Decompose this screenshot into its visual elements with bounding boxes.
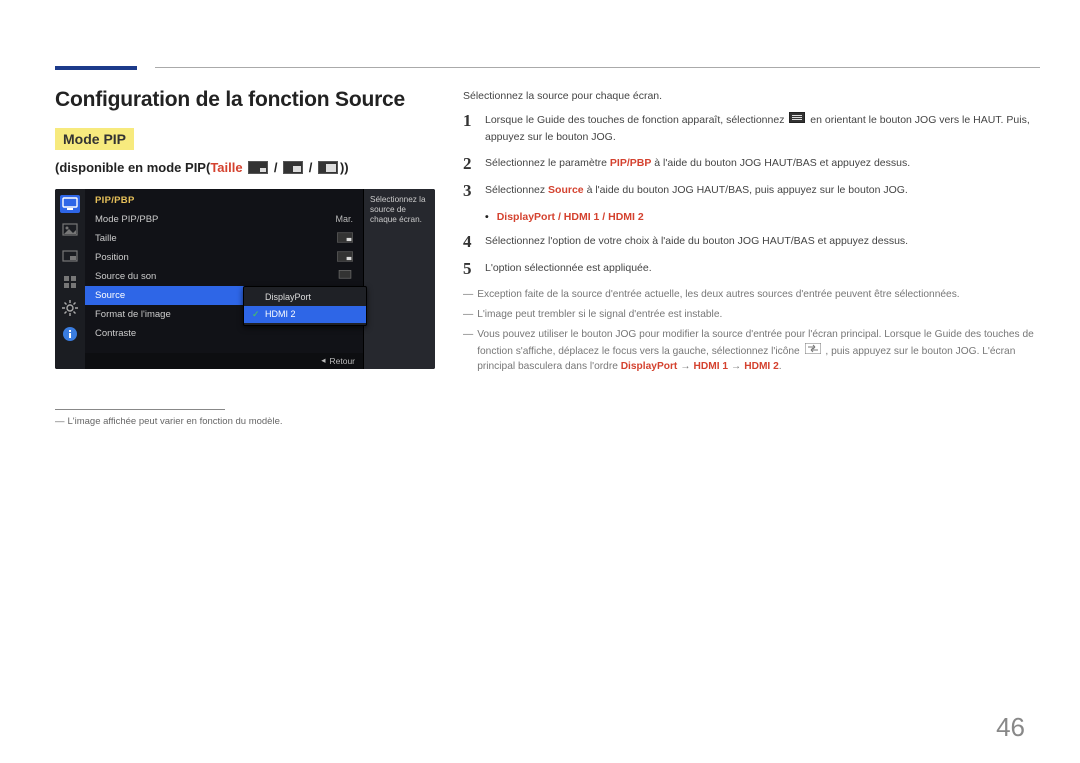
- step-2-text-c: à l'aide du bouton JOG HAUT/BAS et appuy…: [651, 157, 910, 169]
- pip-size-large-icon: [318, 161, 338, 177]
- note-3-dp: DisplayPort: [621, 361, 678, 372]
- top-accent-rule: [55, 40, 1040, 70]
- osd-tab-grid-icon[interactable]: [60, 273, 80, 291]
- osd-row-mode[interactable]: Mode PIP/PBPMar.: [85, 210, 363, 229]
- note-3-end: .: [779, 361, 782, 372]
- step-3-text-c: à l'aide du bouton JOG HAUT/BAS, puis ap…: [584, 184, 908, 196]
- check-icon: ✓: [252, 309, 261, 320]
- step-5-text: L'option sélectionnée est appliquée.: [485, 262, 652, 274]
- osd-help-panel: Sélectionnez la source de chaque écran.: [363, 189, 435, 369]
- osd-tab-info-icon[interactable]: [60, 325, 80, 343]
- note-dash-icon: ―: [463, 307, 473, 323]
- subhead: (disponible en mode PIP(Taille / / )): [55, 160, 435, 177]
- step-1-text-a: Lorsque le Guide des touches de fonction…: [485, 114, 787, 126]
- subhead-sep2: /: [309, 160, 316, 175]
- osd-tab-picture-icon[interactable]: [60, 221, 80, 239]
- pip-size-mid-icon: [283, 161, 303, 177]
- osd-tab-monitor-icon[interactable]: [60, 195, 80, 213]
- note-dash-icon: ―: [463, 327, 473, 376]
- osd-tab-gear-icon[interactable]: [60, 299, 80, 317]
- osd-tab-pip-icon[interactable]: [60, 247, 80, 265]
- note-3-h1: HDMI 1: [694, 361, 729, 372]
- page-number: 46: [996, 712, 1025, 743]
- footnote-dash-icon: ―: [55, 416, 65, 427]
- swap-source-icon: [805, 343, 821, 360]
- source-options-text: DisplayPort / HDMI 1 / HDMI 2: [497, 209, 644, 225]
- subhead-suffix: )): [340, 160, 349, 175]
- mode-pip-badge: Mode PIP: [55, 128, 134, 150]
- step-num-3: 3: [463, 182, 485, 199]
- back-triangle-icon: ◂: [321, 355, 325, 366]
- osd-sidebar: [55, 189, 85, 369]
- step-2-pippbp: PIP/PBP: [610, 157, 651, 169]
- step-4: 4 Sélectionnez l'option de votre choix à…: [463, 233, 1040, 250]
- step-num-2: 2: [463, 155, 485, 172]
- note-3: ― Vous pouvez utiliser le bouton JOG pou…: [463, 327, 1040, 376]
- subhead-taille: Taille: [210, 160, 242, 175]
- osd-row-contraste[interactable]: Contraste: [85, 324, 363, 343]
- note-dash-icon: ―: [463, 287, 473, 303]
- step-num-1: 1: [463, 112, 485, 145]
- intro-text: Sélectionnez la source pour chaque écran…: [463, 88, 1040, 104]
- note-1-text: Exception faite de la source d'entrée ac…: [477, 287, 959, 303]
- osd-row-taille[interactable]: Taille: [85, 229, 363, 248]
- osd-taille-icon: [337, 232, 353, 245]
- subhead-prefix: disponible en mode PIP(: [59, 160, 210, 175]
- osd-sourceduson-icon: [337, 270, 353, 283]
- footnote: ― L'image affichée peut varier en foncti…: [55, 416, 435, 427]
- step-3-text-a: Sélectionnez: [485, 184, 548, 196]
- osd-flyout-option-hdmi2[interactable]: ✓HDMI 2: [244, 306, 366, 323]
- subhead-sep1: /: [274, 160, 281, 175]
- pip-size-small-icon: [248, 161, 268, 177]
- source-options-bullet: • DisplayPort / HDMI 1 / HDMI 2: [485, 209, 1040, 225]
- step-5: 5 L'option sélectionnée est appliquée.: [463, 260, 1040, 277]
- note-3-h2: HDMI 2: [744, 361, 779, 372]
- note-1: ― Exception faite de la source d'entrée …: [463, 287, 1040, 303]
- note-2-text: L'image peut trembler si le signal d'ent…: [477, 307, 722, 323]
- step-1: 1 Lorsque le Guide des touches de foncti…: [463, 112, 1040, 145]
- arrow-icon: →: [680, 361, 690, 372]
- footnote-rule: [55, 409, 225, 410]
- page-title: Configuration de la fonction Source: [55, 88, 435, 112]
- step-num-5: 5: [463, 260, 485, 277]
- osd-source-flyout: DisplayPort ✓HDMI 2: [243, 286, 367, 326]
- step-3-source: Source: [548, 184, 584, 196]
- osd-screenshot: PIP/PBP Mode PIP/PBPMar. Taille Position…: [55, 189, 435, 369]
- osd-footer-label: Retour: [329, 356, 355, 366]
- step-2: 2 Sélectionnez le paramètre PIP/PBP à l'…: [463, 155, 1040, 172]
- osd-position-icon: [337, 251, 353, 264]
- bullet-dot-icon: •: [485, 209, 489, 225]
- step-4-text: Sélectionnez l'option de votre choix à l…: [485, 235, 908, 247]
- menu-icon: [789, 112, 805, 128]
- osd-row-position[interactable]: Position: [85, 248, 363, 267]
- step-3: 3 Sélectionnez Source à l'aide du bouton…: [463, 182, 1040, 199]
- osd-footer: ◂ Retour: [85, 353, 363, 369]
- osd-list: Mode PIP/PBPMar. Taille Position Source …: [85, 210, 363, 353]
- osd-flyout-option-displayport[interactable]: DisplayPort: [244, 289, 366, 306]
- footnote-text: L'image affichée peut varier en fonction…: [68, 416, 283, 427]
- osd-row-sourceduson[interactable]: Source du son: [85, 267, 363, 286]
- step-num-4: 4: [463, 233, 485, 250]
- note-2: ― L'image peut trembler si le signal d'e…: [463, 307, 1040, 323]
- arrow-icon: →: [731, 361, 741, 372]
- step-2-text-a: Sélectionnez le paramètre: [485, 157, 610, 169]
- osd-header: PIP/PBP: [85, 189, 363, 210]
